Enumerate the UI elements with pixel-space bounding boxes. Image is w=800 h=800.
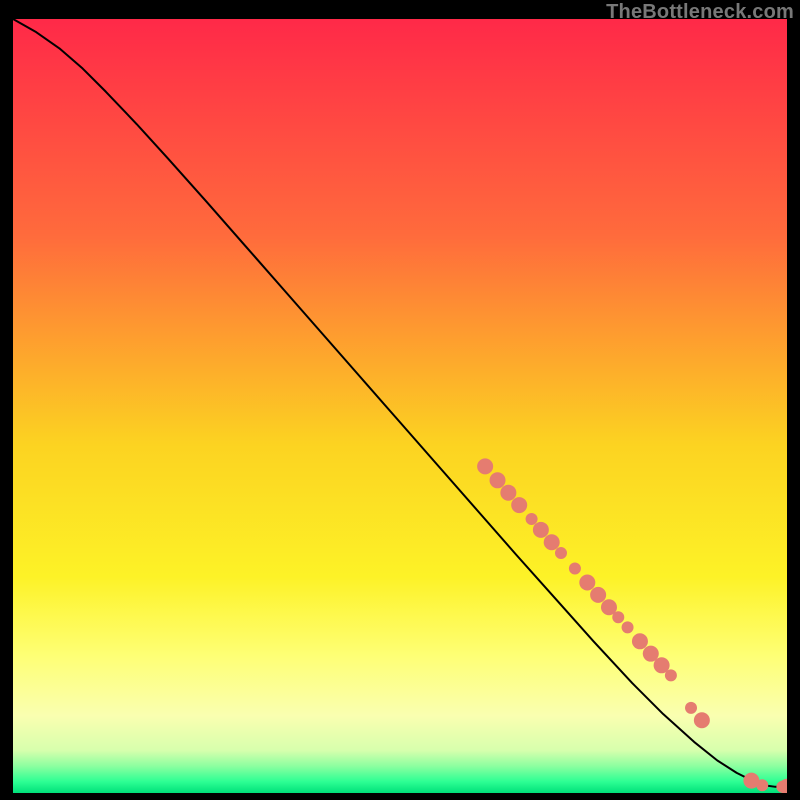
sample-dot: [533, 522, 549, 538]
sample-dot: [622, 621, 634, 633]
sample-dot: [756, 779, 768, 791]
sample-dot: [477, 458, 493, 474]
sample-dot: [590, 587, 606, 603]
sample-dot: [694, 712, 710, 728]
sample-dot: [632, 633, 648, 649]
sample-dot: [665, 669, 677, 681]
bottleneck-chart: [13, 19, 787, 793]
sample-dot: [579, 574, 595, 590]
sample-dot: [490, 472, 506, 488]
sample-dot: [569, 563, 581, 575]
sample-dot: [555, 547, 567, 559]
sample-dot: [500, 485, 516, 501]
sample-dot: [511, 497, 527, 513]
sample-dot: [685, 702, 697, 714]
sample-dot: [544, 534, 560, 550]
sample-dot: [526, 513, 538, 525]
sample-dot: [612, 611, 624, 623]
